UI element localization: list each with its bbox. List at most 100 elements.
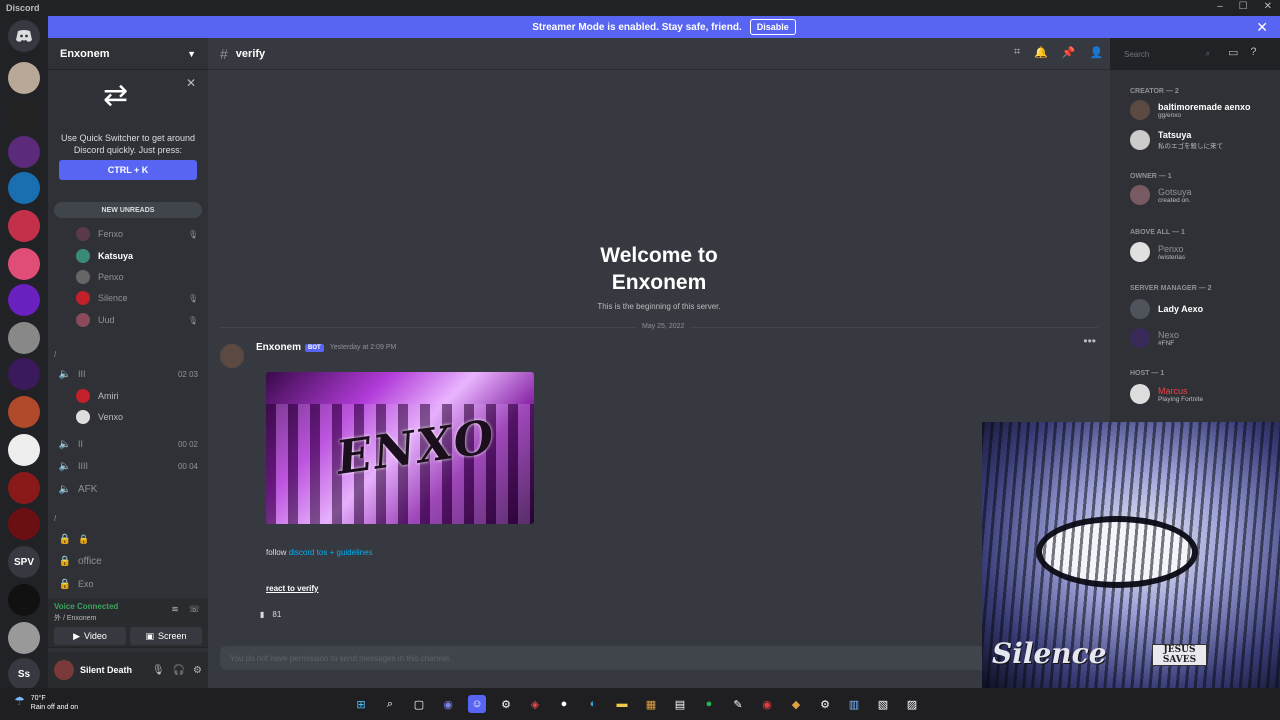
mute-mic-icon[interactable]: 🎙 xyxy=(152,665,165,676)
app-icon[interactable]: ◆ xyxy=(787,695,805,713)
spotify-icon[interactable]: ● xyxy=(700,695,718,713)
discord-home-icon[interactable] xyxy=(8,20,40,52)
reaction[interactable]: ▮ 81 xyxy=(260,610,281,619)
voice-member[interactable]: Venxo xyxy=(48,407,208,427)
server-icon-ss[interactable]: Ss xyxy=(8,658,40,690)
member-item[interactable]: Lady Aexo xyxy=(1130,299,1203,319)
noise-suppression-icon[interactable]: ≋ xyxy=(171,604,179,615)
locked-channel-office[interactable]: 🔒 office xyxy=(48,551,208,571)
search-icon[interactable]: ⌕ xyxy=(381,695,399,713)
video-button[interactable]: ▶ Video xyxy=(54,627,126,645)
server-icon[interactable] xyxy=(8,100,40,132)
message-input[interactable]: You do not have permission to send messa… xyxy=(220,646,1098,670)
user-avatar[interactable] xyxy=(54,660,74,680)
quick-switcher-shortcut-button[interactable]: CTRL + K xyxy=(59,160,197,180)
app-icon[interactable]: ◈ xyxy=(526,695,544,713)
avatar xyxy=(1130,185,1150,205)
voice-member[interactable]: Fenxo 🎙 xyxy=(48,224,208,244)
server-icon[interactable] xyxy=(8,584,40,616)
server-icon[interactable] xyxy=(8,622,40,654)
server-icon[interactable] xyxy=(8,396,40,428)
more-options-icon[interactable]: ••• xyxy=(1083,334,1096,348)
app-icon[interactable]: ✎ xyxy=(729,695,747,713)
app-icon[interactable]: ▧ xyxy=(874,695,892,713)
locked-channel-exo[interactable]: 🔒 Exo xyxy=(48,574,208,594)
settings-icon[interactable]: ⚙ xyxy=(816,695,834,713)
server-icon[interactable] xyxy=(8,172,40,204)
server-icon[interactable] xyxy=(8,136,40,168)
banner-close-icon[interactable]: ✕ xyxy=(1256,19,1268,36)
chat-icon[interactable]: ◉ xyxy=(439,695,457,713)
voice-member[interactable]: Katsuya xyxy=(48,246,208,266)
avatar xyxy=(76,313,90,327)
server-icon[interactable] xyxy=(8,472,40,504)
screen-share-button[interactable]: ▣ Screen xyxy=(130,627,202,645)
close-icon[interactable]: ✕ xyxy=(186,76,196,90)
close-window-button[interactable]: ✕ xyxy=(1264,1,1272,12)
help-icon[interactable]: ? xyxy=(1250,46,1256,59)
locked-channel[interactable]: 🔒 🔒 xyxy=(48,529,208,549)
member-item[interactable]: Tatsuya 私のエゴを殺しに来て xyxy=(1130,130,1223,150)
discord-app-icon[interactable]: ☺ xyxy=(468,695,486,713)
camera-icon: ▶ xyxy=(73,630,81,641)
voice-channel-ii[interactable]: 🔈 II 00 02 xyxy=(48,434,208,454)
disconnect-icon[interactable]: ☏ xyxy=(189,604,200,615)
voice-member[interactable]: Silence 🎙 xyxy=(48,288,208,308)
server-icon-spv[interactable]: SPV xyxy=(8,546,40,578)
server-icon[interactable] xyxy=(8,358,40,390)
edge-icon[interactable]: ◐ xyxy=(584,695,602,713)
app-icon[interactable]: ⚙ xyxy=(497,695,515,713)
folder-icon[interactable]: ▬ xyxy=(613,695,631,713)
gear-icon[interactable]: ⚙ xyxy=(193,665,202,676)
message-avatar[interactable] xyxy=(220,344,244,368)
bot-badge: BOT xyxy=(305,343,324,352)
member-item[interactable]: Gotsuya created on. xyxy=(1130,185,1192,205)
guidelines-link[interactable]: discord tos + guidelines xyxy=(289,548,373,557)
react-to-verify-link[interactable]: react to verify xyxy=(266,584,318,593)
minimize-button[interactable]: – xyxy=(1217,1,1223,12)
notepad-icon[interactable]: ▥ xyxy=(845,695,863,713)
task-view-icon[interactable]: ▢ xyxy=(410,695,428,713)
category-header[interactable]: / xyxy=(48,508,208,528)
voice-channel-afk[interactable]: 🔈 AFK xyxy=(48,479,208,499)
server-icon[interactable] xyxy=(8,434,40,466)
headphones-icon[interactable]: 🎧 xyxy=(173,665,185,676)
maximize-button[interactable]: ☐ xyxy=(1239,1,1248,12)
new-unreads-pill[interactable]: NEW UNREADS xyxy=(54,202,202,218)
weather-widget[interactable]: ☂ 70°F Rain off and on xyxy=(14,694,78,712)
member-item[interactable]: Nexo #FNF xyxy=(1130,328,1179,348)
server-icon[interactable] xyxy=(8,210,40,242)
pin-icon[interactable]: 📌 xyxy=(1062,46,1076,59)
server-icon[interactable] xyxy=(8,508,40,540)
windows-start-icon[interactable]: ⊞ xyxy=(352,695,370,713)
app-icon[interactable]: ▦ xyxy=(642,695,660,713)
search-input[interactable]: Search ⌕ xyxy=(1119,46,1215,62)
voice-connected-channel[interactable]: 外 / Enxonem xyxy=(54,613,96,623)
app-icon[interactable]: ● xyxy=(555,695,573,713)
server-icon[interactable] xyxy=(8,62,40,94)
app-icon[interactable]: ▤ xyxy=(671,695,689,713)
voice-member[interactable]: Uud 🎙 xyxy=(48,310,208,330)
server-icon[interactable] xyxy=(8,284,40,316)
app-icon[interactable]: ◉ xyxy=(758,695,776,713)
voice-channel-iiii[interactable]: 🔈 IIII 00 04 xyxy=(48,456,208,476)
quick-switcher-tip: ⇄ ✕ Use Quick Switcher to get around Dis… xyxy=(48,70,208,190)
voice-channel-iii[interactable]: 🔈 III 02 03 xyxy=(48,364,208,384)
app-icon[interactable]: ▨ xyxy=(903,695,921,713)
member-list-icon[interactable]: 👤 xyxy=(1090,46,1104,59)
threads-icon[interactable]: ⌗ xyxy=(1014,46,1020,59)
message-author[interactable]: Enxonem xyxy=(256,342,301,353)
message-image[interactable]: ENXO xyxy=(266,372,534,524)
server-header[interactable]: Enxonem ▼ xyxy=(48,38,208,70)
category-header[interactable]: / xyxy=(48,344,208,364)
bell-icon[interactable]: 🔔 xyxy=(1034,46,1048,59)
voice-member[interactable]: Penxo xyxy=(48,267,208,287)
member-item[interactable]: Penxo/wisterias xyxy=(1130,242,1185,262)
server-icon[interactable] xyxy=(8,248,40,280)
disable-streamer-button[interactable]: Disable xyxy=(749,19,796,35)
server-icon[interactable] xyxy=(8,322,40,354)
voice-member[interactable]: Amiri xyxy=(48,386,208,406)
inbox-icon[interactable]: ▭ xyxy=(1228,46,1238,59)
member-item[interactable]: baltimoremade aenxo gg/enxo xyxy=(1130,100,1251,120)
member-item[interactable]: Marcus Playing Fortnite xyxy=(1130,384,1203,404)
